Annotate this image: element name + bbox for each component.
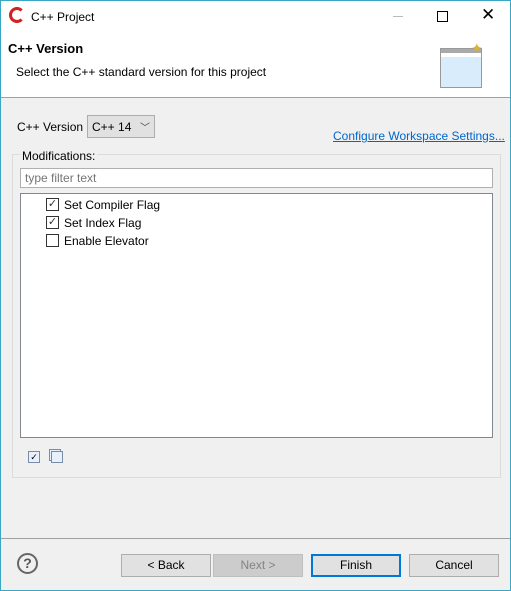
footer-separator <box>1 538 510 539</box>
close-button[interactable]: ✕ <box>481 5 495 25</box>
checkbox-checked[interactable]: ✓ <box>46 216 59 229</box>
page-title: C++ Version <box>8 41 84 56</box>
modifications-list: ✓ Set Compiler Flag ✓ Set Index Flag Enabl… <box>20 193 493 438</box>
item-label: Set Index Flag <box>64 216 142 230</box>
item-label: Set Compiler Flag <box>64 198 161 212</box>
cpp-version-select[interactable]: C++ 14 ﹀ <box>87 115 155 138</box>
wizard-banner: C++ Version Select the C++ standard vers… <box>1 32 510 98</box>
finish-button[interactable]: Finish <box>311 554 401 577</box>
modifications-label: Modifications: <box>20 149 98 163</box>
sparkle-icon: ✦ <box>471 40 483 56</box>
configure-workspace-link[interactable]: Configure Workspace Settings... <box>333 129 505 143</box>
next-button: Next > <box>213 554 303 577</box>
filter-input[interactable] <box>20 168 493 188</box>
item-label: Enable Elevator <box>64 234 149 248</box>
help-icon[interactable]: ? <box>17 553 38 574</box>
maximize-button[interactable] <box>437 11 448 22</box>
cpp-app-icon <box>9 7 25 23</box>
select-all-icon[interactable]: ✓ <box>28 451 40 463</box>
cancel-button[interactable]: Cancel <box>409 554 499 577</box>
checkbox-checked[interactable]: ✓ <box>46 198 59 211</box>
cpp-version-label: C++ Version <box>17 120 84 134</box>
checkbox-unchecked[interactable] <box>46 234 59 247</box>
dialog-window: C++ Project ✕ C++ Version Select the C++… <box>0 0 511 591</box>
page-description: Select the C++ standard version for this… <box>16 65 267 79</box>
deselect-all-icon[interactable] <box>51 451 63 463</box>
chevron-down-icon: ﹀ <box>140 123 150 134</box>
title-bar: C++ Project ✕ <box>1 1 510 32</box>
window-title: C++ Project <box>31 10 95 24</box>
minimize-button[interactable] <box>393 16 403 17</box>
back-button[interactable]: < Back <box>121 554 211 577</box>
cpp-version-value: C++ 14 <box>92 120 132 134</box>
